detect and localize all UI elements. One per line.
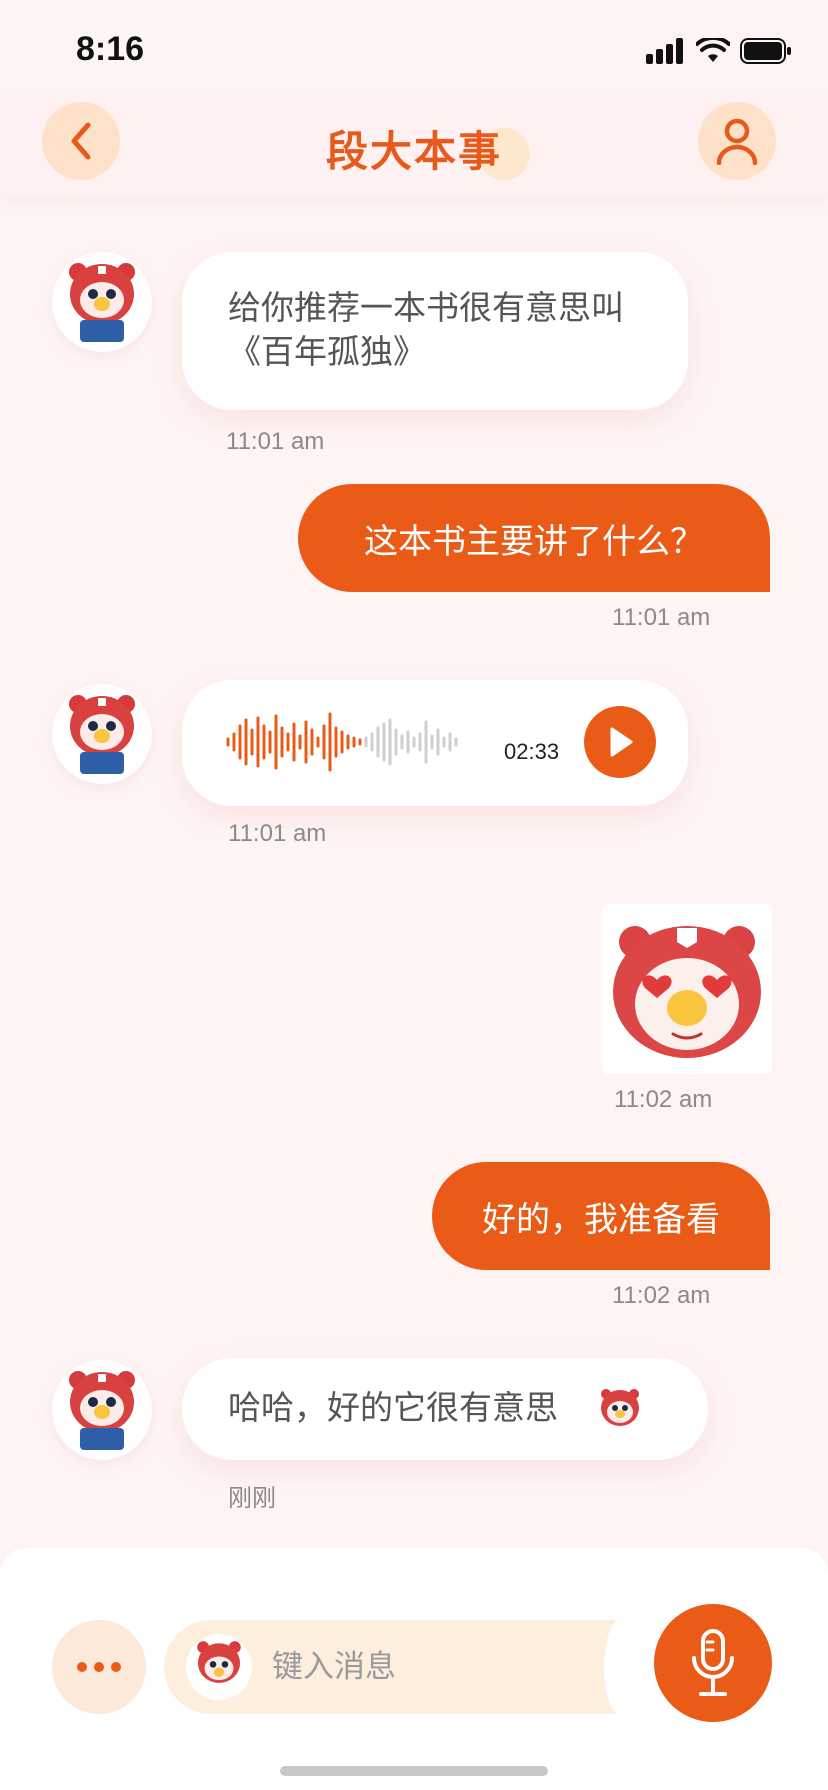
status-time: 8:16: [76, 30, 145, 68]
play-icon: [610, 727, 633, 757]
more-dot: [94, 1662, 104, 1672]
signal-icon: [646, 38, 683, 64]
profile-button[interactable]: [698, 102, 776, 180]
sticker-message[interactable]: [602, 904, 772, 1074]
message-timestamp: 11:02 am: [614, 1086, 713, 1113]
chat-header: 段大本事: [0, 96, 828, 196]
message-timestamp: 刚刚: [228, 1485, 276, 1512]
message-bubble-incoming[interactable]: 哈哈，好的它很有意思: [182, 1358, 708, 1460]
bot-avatar[interactable]: [52, 1360, 152, 1460]
bot-avatar[interactable]: [52, 252, 152, 352]
more-options-button[interactable]: [52, 1620, 146, 1714]
message-text: 好的，我准备看: [482, 1199, 720, 1240]
message-timestamp: 11:01 am: [228, 820, 327, 847]
composer-avatar: [186, 1634, 252, 1700]
message-bubble-incoming[interactable]: 给你推荐一本书很有意思叫《百年孤独》: [182, 252, 688, 410]
message-bubble-outgoing[interactable]: 这本书主要讲了什么？: [298, 484, 770, 592]
wifi-icon: [696, 38, 730, 62]
message-text: 这本书主要讲了什么？: [364, 521, 704, 562]
bear-mascot-icon: [197, 1641, 241, 1683]
play-voice-button[interactable]: [584, 706, 656, 778]
system-icons: [646, 36, 792, 66]
voice-input-button[interactable]: [654, 1604, 772, 1722]
bear-mascot-icon: [69, 263, 135, 342]
bear-heart-eyes-sticker: [613, 926, 761, 1058]
message-input[interactable]: [270, 1636, 574, 1698]
user-icon: [716, 118, 758, 165]
bot-avatar[interactable]: [52, 684, 152, 784]
home-indicator[interactable]: [280, 1766, 548, 1776]
status-bar: 8:16: [0, 0, 828, 100]
bear-emoji-icon: [601, 1389, 639, 1426]
more-dot: [77, 1662, 87, 1672]
message-input-container[interactable]: [164, 1620, 636, 1714]
more-dot: [111, 1662, 121, 1672]
audio-waveform: [226, 712, 458, 772]
bear-mascot-icon: [69, 1371, 135, 1450]
message-timestamp: 11:01 am: [226, 428, 325, 455]
composer-bar: [0, 1548, 828, 1790]
battery-icon: [740, 38, 791, 64]
bear-mascot-icon: [69, 695, 135, 774]
microphone-icon: [692, 1629, 734, 1696]
voice-duration: 02:33: [504, 739, 560, 764]
message-text: 哈哈，好的它很有意思: [228, 1388, 558, 1427]
voice-message-bubble[interactable]: 02:33: [182, 680, 688, 806]
message-bubble-outgoing[interactable]: 好的，我准备看: [432, 1162, 770, 1270]
message-timestamp: 11:01 am: [612, 604, 711, 631]
message-text: 给你推荐一本书很有意思叫《百年孤独》: [228, 288, 624, 371]
message-timestamp: 11:02 am: [612, 1282, 711, 1309]
